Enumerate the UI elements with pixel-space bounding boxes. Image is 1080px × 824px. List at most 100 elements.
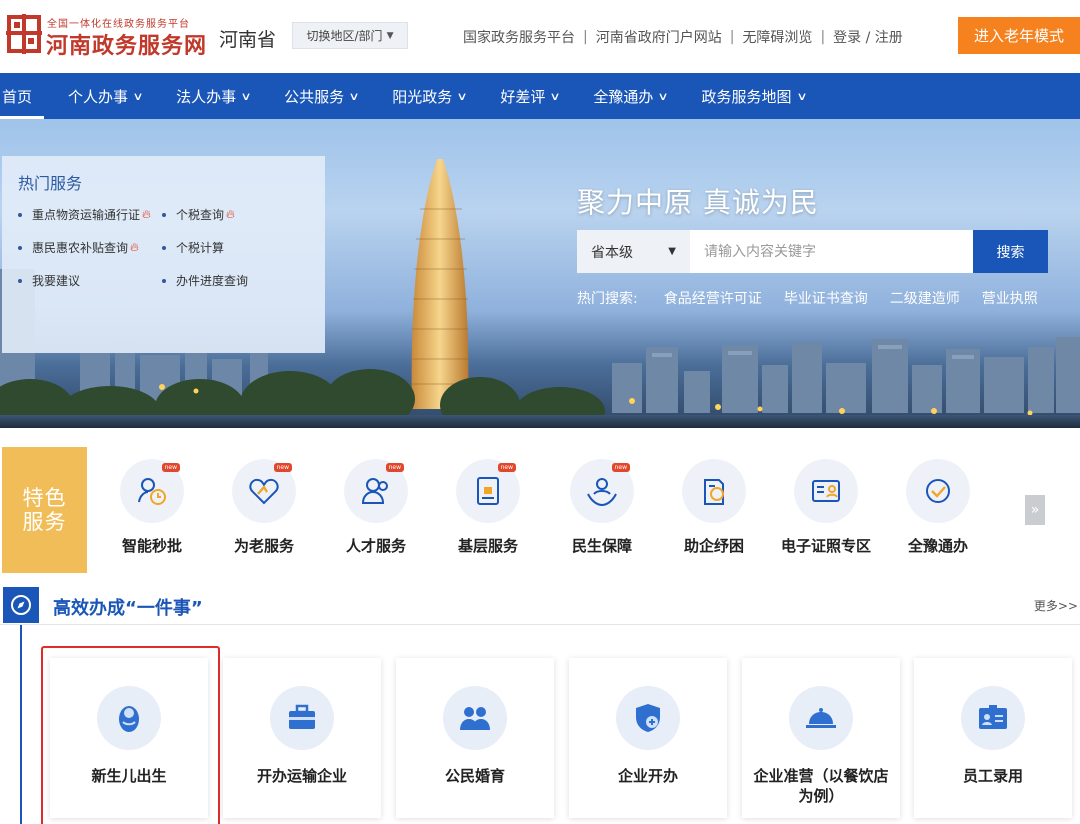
hot-search-term[interactable]: 二级建造师 [890,288,960,308]
nav-item-open-government[interactable]: 阳光政务 ∨ [370,73,478,119]
feature-label: 全豫通办 [907,537,968,555]
nav-item-home[interactable]: 首页 [0,73,45,119]
chevron-down-icon: ∨ [795,89,808,103]
hot-services-title: 热门服务 [18,174,83,193]
card-label: 公民婚育 [444,767,505,785]
logo-title[interactable]: 河南政务服务网 [46,28,207,60]
search-scope-select[interactable]: 省本级 ▼ [577,230,690,273]
card-label: 新生儿出生 [91,767,167,785]
link-gov-portal[interactable]: 河南省政府门户网站 [596,27,722,47]
id-card-icon [979,705,1007,729]
chevron-down-icon: ∨ [132,89,144,103]
link-separator: | [820,29,826,45]
province-label: 河南省 [219,29,277,51]
search-input[interactable] [690,230,973,273]
nav-item-service-map[interactable]: 政务服务地图 ∨ [679,73,817,119]
nav-item-label: 法人办事 [176,87,237,106]
nav-item-rating[interactable]: 好差评 ∨ [478,73,571,119]
bullet-icon [162,278,166,283]
hot-search-term[interactable]: 食品经营许可证 [664,288,762,308]
talent-service-icon [361,478,388,504]
feature-grassroots-service[interactable]: new 基层服务 [438,459,538,556]
enterprise-shield-icon [636,704,660,732]
hero-banner: 热门服务 重点物资运输通行证 🔥︎ 个税查询 🔥︎ 惠民惠农补贴查询 🔥︎ 个税… [0,119,1080,428]
bullet-icon [18,245,22,250]
chevron-down-icon: ∨ [240,89,252,103]
nav-item-label: 好差评 [500,87,546,106]
link-separator: | [583,29,588,45]
hot-service-item[interactable]: 我要建议 [18,272,162,289]
feature-livelihood[interactable]: new 民生保障 [552,459,652,556]
banner-slogan: 聚力中原 真诚为民 [577,186,819,219]
feature-label: 基层服务 [457,537,518,555]
hot-services-panel: 热门服务 重点物资运输通行证 🔥︎ 个税查询 🔥︎ 惠民惠农补贴查询 🔥︎ 个税… [2,156,325,353]
search-button[interactable]: 搜索 [973,230,1048,273]
section-title: 高效办成“一件事” [53,598,203,619]
one-thing-card-transport-company[interactable]: 开办运输企业 [223,658,381,818]
feature-e-license[interactable]: 电子证照专区 [776,459,876,556]
feature-icon-circle [906,459,970,523]
feature-elderly-service[interactable]: new 为老服务 [214,459,314,556]
hot-search-term[interactable]: 营业执照 [982,288,1038,308]
card-icon-circle [270,686,334,750]
one-thing-card-marriage[interactable]: 公民婚育 [396,658,554,818]
feature-icon-circle: new [344,459,408,523]
province-wide-icon [926,479,950,503]
hot-service-item[interactable]: 惠民惠农补贴查询 🔥︎ [18,239,162,256]
feature-enterprise-relief[interactable]: 助企纾困 [664,459,764,556]
compass-icon [3,587,39,623]
feature-talent-service[interactable]: new 人才服务 [326,459,426,556]
nav-item-label: 首页 [2,87,33,106]
feature-icon-circle: new [120,459,184,523]
feature-icon-circle: new [456,459,520,523]
search-bar: 省本级 ▼ 搜索 [577,230,1048,273]
feature-icon-circle [794,459,858,523]
one-thing-card-enterprise-setup[interactable]: 企业开办 [569,658,727,818]
feature-label: 智能秒批 [121,537,182,555]
new-tag: new [611,463,630,472]
more-link[interactable]: 更多>> [1034,597,1078,614]
nav-item-label: 公共服务 [284,87,345,106]
hot-service-item[interactable]: 重点物资运输通行证 🔥︎ [18,206,162,223]
hot-service-item[interactable]: 个税查询 🔥︎ [162,206,312,223]
next-arrow-button[interactable]: » [1025,495,1045,525]
link-login-register[interactable]: 登录 / 注册 [833,27,903,47]
new-tag: new [385,463,404,472]
hot-search-label: 热门搜索: [577,291,638,307]
elder-mode-button[interactable]: 进入老年模式 [958,17,1080,54]
search-scope-value: 省本级 [591,244,633,261]
hot-service-label: 重点物资运输通行证 [32,208,141,222]
caret-down-icon: ▼ [386,30,394,41]
card-icon-circle [97,686,161,750]
card-icon-circle [443,686,507,750]
feature-province-wide[interactable]: 全豫通办 [888,459,988,556]
chevron-down-icon: ∨ [657,89,670,103]
card-label: 员工录用 [962,767,1023,785]
chevron-down-icon: ∨ [549,89,562,103]
nav-item-legal-entity[interactable]: 法人办事 ∨ [154,73,262,119]
hot-service-item[interactable]: 个税计算 [162,239,312,256]
card-label: 企业准营（以餐饮店为例） [753,767,889,806]
link-national-platform[interactable]: 国家政务服务平台 [463,27,575,47]
nav-item-personal[interactable]: 个人办事 ∨ [44,73,154,119]
one-thing-card-catering-permit[interactable]: 企业准营（以餐饮店为例） [742,658,900,818]
nav-item-label: 个人办事 [68,87,129,106]
region-switch-label: 切换地区/部门 [306,29,383,43]
link-accessibility[interactable]: 无障碍浏览 [742,27,812,47]
hot-service-item[interactable]: 办件进度查询 [162,272,312,289]
bullet-icon [162,245,166,250]
feature-smart-approval[interactable]: new 智能秒批 [102,459,202,556]
nav-item-public-service[interactable]: 公共服务 ∨ [262,73,370,119]
hot-search-term[interactable]: 毕业证书查询 [784,288,868,308]
e-license-icon [812,480,840,502]
one-thing-section-header: 高效办成“一件事” 更多>> [0,585,1080,625]
bullet-icon [18,212,22,217]
hot-service-label: 我要建议 [32,274,81,288]
nav-item-province-wide[interactable]: 全豫通办 ∨ [571,73,679,119]
enterprise-relief-icon [704,479,724,505]
chevron-down-icon: ∨ [348,89,360,103]
region-switch-button[interactable]: 切换地区/部门 ▼ [292,22,408,49]
baby-icon [119,706,139,732]
one-thing-card-newborn[interactable]: 新生儿出生 [41,646,220,824]
one-thing-card-employee-hiring[interactable]: 员工录用 [914,658,1072,818]
